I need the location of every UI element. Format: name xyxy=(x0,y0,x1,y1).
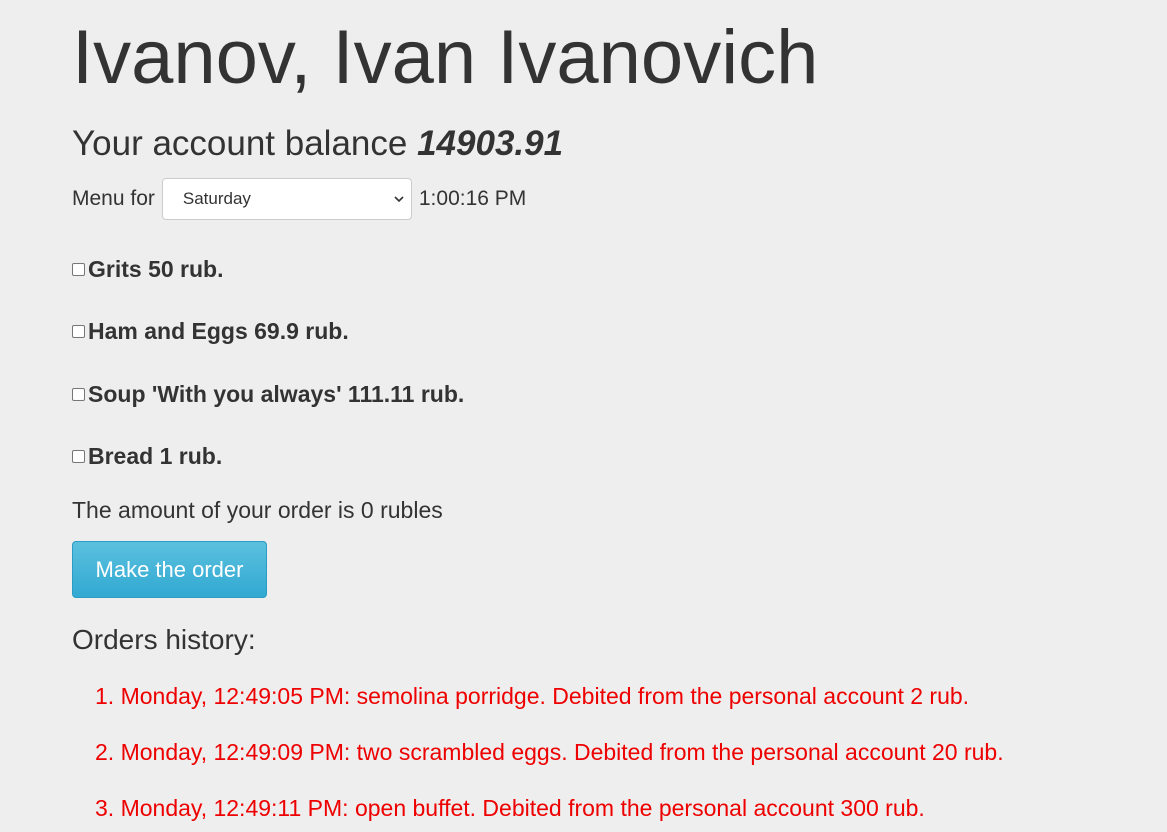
orders-history-list: 1. Monday, 12:49:05 PM: semolina porridg… xyxy=(72,668,1167,832)
day-select-value: Saturday xyxy=(182,189,251,208)
dish-item: Ham and Eggs 69.9 rub. xyxy=(72,301,1167,364)
balance-label: Your account balance xyxy=(72,124,408,163)
history-item: 1. Monday, 12:49:05 PM: semolina porridg… xyxy=(95,683,970,709)
dish-item: Bread 1 rub. xyxy=(72,426,1167,489)
history-item: 2. Monday, 12:49:09 PM: two scrambled eg… xyxy=(95,739,1004,765)
dish-item: Grits 50 rub. xyxy=(72,238,1167,301)
account-balance: Your account balance 14903.91 xyxy=(72,124,1167,164)
history-item: 3. Monday, 12:49:11 PM: open buffet. Deb… xyxy=(95,795,925,821)
menu-for-label: Menu for xyxy=(72,187,155,210)
dish-label: Soup 'With you always' 111.11 rub. xyxy=(88,380,465,407)
dish-list: Grits 50 rub. Ham and Eggs 69.9 rub. Sou… xyxy=(72,238,1167,488)
current-time: 1:00:16 PM xyxy=(418,187,527,210)
dish-label: Bread 1 rub. xyxy=(88,443,223,470)
dish-checkbox[interactable] xyxy=(72,325,85,339)
order-total: The amount of your order is 0 rubles xyxy=(72,497,443,523)
user-name-heading: Ivanov, Ivan Ivanovich xyxy=(72,15,819,100)
orders-history-title: Orders history: xyxy=(72,624,256,655)
dish-item: Soup 'With you always' 111.11 rub. xyxy=(72,363,1167,426)
dish-checkbox[interactable] xyxy=(72,387,85,401)
menu-row: Menu for Saturday 1:00:16 PM xyxy=(72,178,1167,220)
dish-checkbox[interactable] xyxy=(72,262,85,276)
balance-amount: 14903.91 xyxy=(417,124,564,163)
chevron-down-icon xyxy=(393,179,405,219)
day-select[interactable]: Saturday xyxy=(161,178,412,220)
dish-label: Grits 50 rub. xyxy=(88,255,224,282)
dish-checkbox[interactable] xyxy=(72,450,85,464)
dish-label: Ham and Eggs 69.9 rub. xyxy=(88,318,349,345)
make-order-button[interactable]: Make the order xyxy=(72,541,267,598)
page: Ivanov, Ivan Ivanovich Your account bala… xyxy=(0,0,1167,832)
